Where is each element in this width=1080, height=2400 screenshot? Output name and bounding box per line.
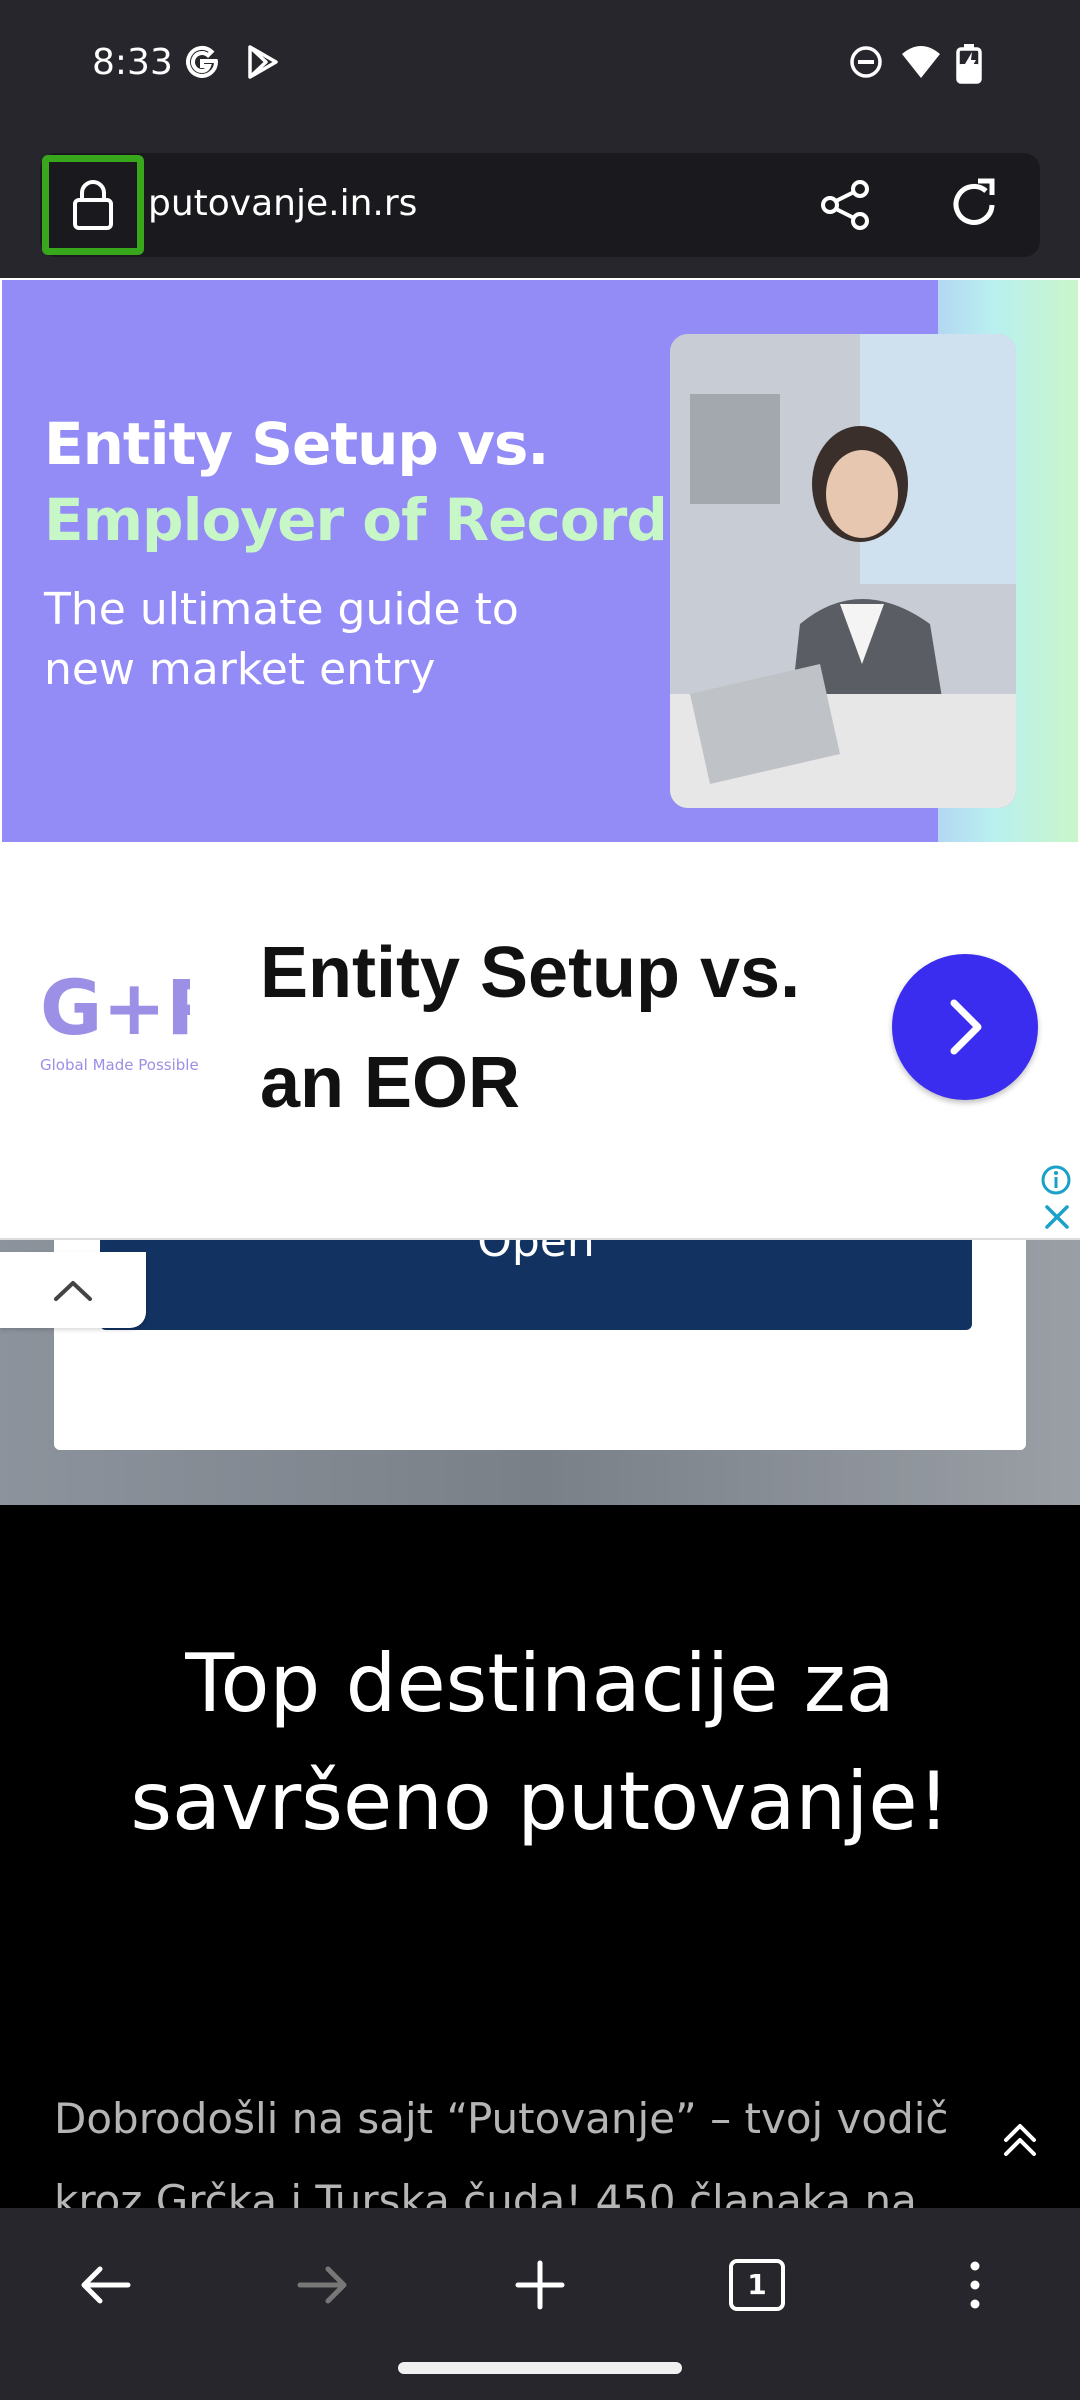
chevron-up-icon [54, 1281, 92, 1301]
ad-banner[interactable]: Entity Setup vs. Employer of Record The … [2, 280, 1078, 842]
tabs-button[interactable]: 1 [722, 2250, 792, 2320]
arrow-left-icon [81, 2266, 131, 2304]
ad-headline-2: Employer of Record [44, 486, 668, 554]
ad-logo-tagline: Global Made Possible [40, 1056, 199, 1074]
open-button-label: Open [477, 1240, 595, 1267]
intro-text: Dobrodošli na sajt “Putovanje” – tvoj vo… [54, 2094, 949, 2208]
wifi-icon [902, 46, 940, 78]
ad-photo [670, 334, 1016, 808]
ad-title[interactable]: Entity Setup vs. an EOR [260, 918, 820, 1138]
forward-button[interactable] [288, 2250, 358, 2320]
share-icon[interactable] [818, 177, 874, 233]
plus-icon [515, 2260, 565, 2310]
browser-toolbar: putovanje.in.rs [0, 135, 1080, 278]
home-gesture-bar[interactable] [398, 2362, 682, 2374]
arrow-right-icon [297, 2266, 347, 2304]
play-store-icon [248, 45, 278, 79]
lock-icon [73, 180, 113, 230]
scroll-to-top-icon[interactable] [998, 2118, 1042, 2162]
hero-title: Top destinacije za savršeno putovanje! [130, 1637, 950, 1848]
ad-logo[interactable]: G+P Global Made Possible [40, 963, 222, 1088]
reload-icon[interactable] [944, 175, 1004, 235]
status-bar: 8:33 [0, 0, 1080, 135]
address-bar[interactable]: putovanje.in.rs [40, 153, 1040, 257]
menu-button[interactable] [940, 2250, 1010, 2320]
advertisement[interactable]: Entity Setup vs. Employer of Record The … [0, 278, 1080, 1240]
ad-headline-1: Entity Setup vs. [44, 410, 549, 478]
url-text[interactable]: putovanje.in.rs [148, 183, 417, 224]
ad-info-icon[interactable] [1040, 1164, 1072, 1196]
new-tab-button[interactable] [505, 2250, 575, 2320]
status-time: 8:33 [92, 42, 173, 83]
gp-logo-icon: G+P [40, 963, 222, 1052]
ad-go-button[interactable] [892, 954, 1038, 1100]
open-button[interactable]: Open [100, 1240, 972, 1330]
ad-collapse-button[interactable] [0, 1252, 146, 1328]
more-vertical-icon [970, 2261, 980, 2309]
ad-logo-text: G+P [40, 968, 190, 1048]
ad-close-icon[interactable] [1042, 1202, 1072, 1232]
ad-subheadline: The ultimate guide to new market entry [44, 584, 519, 695]
battery-charging-icon [956, 44, 982, 84]
back-button[interactable] [70, 2250, 140, 2320]
chevron-right-icon [950, 999, 982, 1055]
tab-count: 1 [747, 2268, 767, 2301]
bottom-navigation: 1 [0, 2208, 1080, 2400]
site-info-button[interactable] [42, 155, 144, 255]
dnd-icon [850, 46, 882, 78]
google-icon [186, 45, 219, 78]
